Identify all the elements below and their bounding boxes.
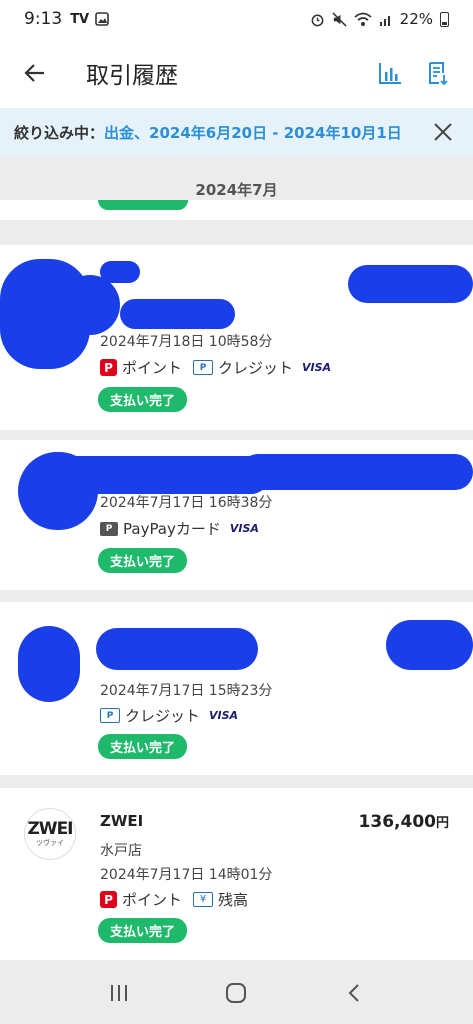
visa-label: VISA: [229, 522, 259, 535]
clock: 9:13: [24, 9, 63, 29]
list-item[interactable]: ZWEI ツヴァイ ZWEI 水戸店 136,400円 2024年7月17日 1…: [0, 788, 473, 960]
redaction-mark: [120, 299, 235, 329]
payment-methods: P ポイント ¥ 残高: [100, 889, 248, 910]
transaction-date: 2024年7月17日 16時38分: [100, 495, 273, 511]
transaction-date: 2024年7月17日 15時23分: [100, 683, 273, 699]
list-item[interactable]: 2024年7月17日 15時23分 P クレジット VISA 支払い完了: [0, 602, 473, 775]
battery-icon: [440, 11, 449, 27]
paypay-icon: P: [100, 359, 117, 376]
status-badge: 支払い完了: [98, 548, 188, 573]
arrow-left-icon: [24, 64, 44, 82]
list-item[interactable]: 2024年7月18日 10時58分 P ポイント P クレジット VISA 支払…: [0, 245, 473, 430]
transaction-date: 2024年7月18日 10時58分: [100, 334, 273, 350]
filter-bar: 絞り込み中： 出金、2024年6月20日 - 2024年10月1日: [0, 108, 473, 156]
method-label: クレジット: [218, 359, 294, 377]
payment-methods: P PayPayカード VISA: [100, 518, 259, 539]
download-document-icon[interactable]: [425, 60, 451, 86]
signal-icon: [379, 16, 390, 26]
paypay-card-icon: P: [100, 521, 118, 536]
store-name: 水戸店: [100, 843, 142, 859]
amount-value: 136,400: [358, 812, 436, 832]
credit-card-icon: P: [193, 360, 214, 375]
home-icon[interactable]: [225, 982, 247, 1004]
page-title: 取引履歴: [86, 63, 178, 89]
transaction-amount: 136,400円: [359, 812, 449, 832]
filter-value[interactable]: 出金、2024年6月20日 - 2024年10月1日: [104, 122, 402, 143]
merchant-name: ZWEI: [100, 812, 144, 830]
bar-chart-icon[interactable]: [377, 60, 403, 86]
paypay-icon: P: [100, 891, 117, 908]
status-badge: 支払い完了: [98, 734, 188, 759]
method-label: 残高: [218, 891, 249, 909]
redaction-mark: [240, 454, 473, 490]
back-nav-icon[interactable]: [343, 982, 365, 1004]
redaction-mark: [18, 626, 80, 702]
mute-icon: [332, 11, 347, 27]
status-badge: 支払い完了: [98, 918, 188, 943]
redaction-mark: [40, 456, 270, 494]
app-bar: 取引履歴: [0, 38, 473, 108]
list-item[interactable]: [0, 200, 473, 220]
system-nav-bar: [0, 962, 473, 1024]
visa-label: VISA: [209, 709, 239, 722]
alarm-icon: [311, 14, 324, 26]
back-button[interactable]: [0, 38, 70, 108]
redaction-mark: [386, 620, 473, 670]
merchant-logo: ZWEI ツヴァイ: [24, 808, 76, 860]
credit-card-icon: P: [100, 708, 120, 723]
wifi-icon: [354, 12, 372, 26]
redaction-mark: [96, 628, 258, 670]
method-label: クレジット: [125, 707, 201, 725]
method-label: ポイント: [122, 359, 183, 377]
transaction-date: 2024年7月17日 14時01分: [100, 867, 273, 883]
logo-subtext: ツヴァイ: [36, 838, 64, 847]
redaction-mark: [100, 261, 140, 283]
filter-label: 絞り込み中：: [14, 123, 105, 142]
battery-percent: 22%: [399, 10, 433, 28]
close-icon[interactable]: [431, 120, 455, 144]
payment-methods: P ポイント P クレジット VISA: [100, 357, 331, 378]
payment-methods: P クレジット VISA: [100, 705, 238, 726]
status-badge: 支払い完了: [98, 387, 188, 412]
method-label: ポイント: [122, 891, 183, 909]
tver-notification-icon: TV: [70, 11, 90, 27]
method-label: PayPayカード: [123, 520, 221, 538]
visa-label: VISA: [302, 361, 332, 374]
recent-apps-icon[interactable]: [108, 983, 130, 1003]
redaction-mark: [348, 265, 473, 303]
amount-currency: 円: [435, 816, 449, 831]
balance-icon: ¥: [193, 892, 214, 907]
list-item[interactable]: 2024年7月17日 16時38分 P PayPayカード VISA 支払い完了: [0, 440, 473, 590]
status-bar: 9:13 TV 22%: [0, 0, 473, 38]
redaction-mark: [60, 275, 120, 335]
logo-text: ZWEI: [27, 818, 73, 839]
status-badge-partial: [98, 200, 188, 210]
gallery-notification-icon: [95, 12, 109, 26]
